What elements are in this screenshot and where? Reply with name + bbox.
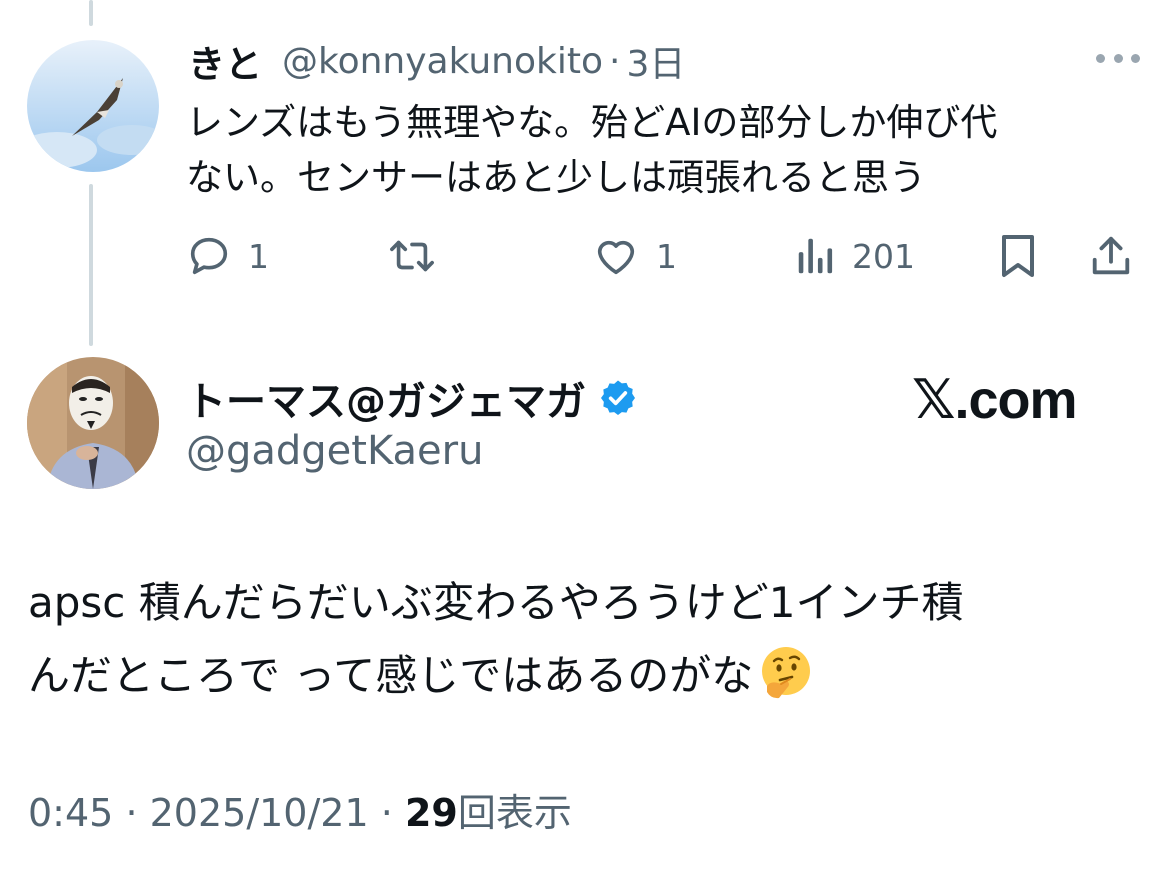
more-icon[interactable] [1096, 46, 1140, 70]
parent-timestamp[interactable]: 3日 [626, 35, 685, 87]
view-count: 201 [852, 236, 915, 276]
post-date[interactable]: 2025/10/21 [150, 791, 369, 835]
main-avatar[interactable] [27, 357, 159, 489]
bookmark-button[interactable] [998, 228, 1038, 284]
main-handle[interactable]: @gadgetKaeru [186, 428, 483, 474]
main-display-name[interactable]: トーマス@ガジェマガ [186, 369, 586, 427]
parent-avatar[interactable] [27, 40, 159, 172]
repost-icon [386, 233, 438, 279]
post-meta: 0:45 · 2025/10/21 · 29回表示 [28, 782, 572, 837]
x-com-watermark: 𝕏.com [912, 370, 1078, 430]
parent-post-text: レンズはもう無理やな。殆どAIの部分しか伸び代 ない。センサーはあと少しは頑張れ… [186, 95, 1146, 205]
main-text-line-2: んだところで って感じではあるのがな [28, 651, 754, 700]
parent-text-line-2: ない。センサーはあと少しは頑張れると思う [186, 156, 926, 199]
meta-separator-2: · [380, 791, 393, 835]
main-text-line-1: apsc 積んだらだいぶ変わるやろうけど1インチ積 [28, 578, 964, 627]
parent-text-line-1: レンズはもう無理やな。殆どAIの部分しか伸び代 [186, 101, 998, 144]
like-icon [592, 233, 640, 279]
thinking-face-emoji [757, 644, 815, 724]
like-count: 1 [656, 236, 677, 276]
post-time[interactable]: 0:45 [28, 791, 113, 835]
reply-icon [186, 233, 232, 279]
parent-handle[interactable]: @konnyakunokito [282, 41, 603, 82]
reply-button[interactable]: 1 [186, 228, 269, 284]
repost-button[interactable] [386, 228, 438, 284]
parent-separator: · [608, 40, 621, 82]
main-text-line-2-row: んだところで って感じではあるのがな [28, 639, 1138, 724]
post-views-count: 29 [404, 791, 458, 835]
share-icon [1088, 233, 1134, 279]
meta-separator-1: · [125, 791, 138, 835]
parent-action-bar: 1 1 201 [186, 228, 1136, 284]
like-button[interactable]: 1 [592, 228, 677, 284]
bookmark-icon [998, 232, 1038, 280]
verified-badge-icon[interactable] [586, 378, 638, 418]
share-button[interactable] [1088, 228, 1134, 284]
views-icon [796, 233, 836, 279]
thread-line-top [89, 0, 93, 26]
thread-line-connector [89, 184, 93, 346]
views-button[interactable]: 201 [796, 228, 915, 284]
parent-post-header: きと @konnyakunokito · 3日 [188, 34, 685, 88]
main-post-author: トーマス@ガジェマガ [186, 370, 638, 426]
post-views-label: 回表示 [457, 791, 572, 835]
parent-display-name[interactable]: きと [188, 34, 262, 88]
main-post-text: apsc 積んだらだいぶ変わるやろうけど1インチ積 んだところで って感じではあ… [28, 566, 1138, 724]
reply-count: 1 [248, 236, 269, 276]
